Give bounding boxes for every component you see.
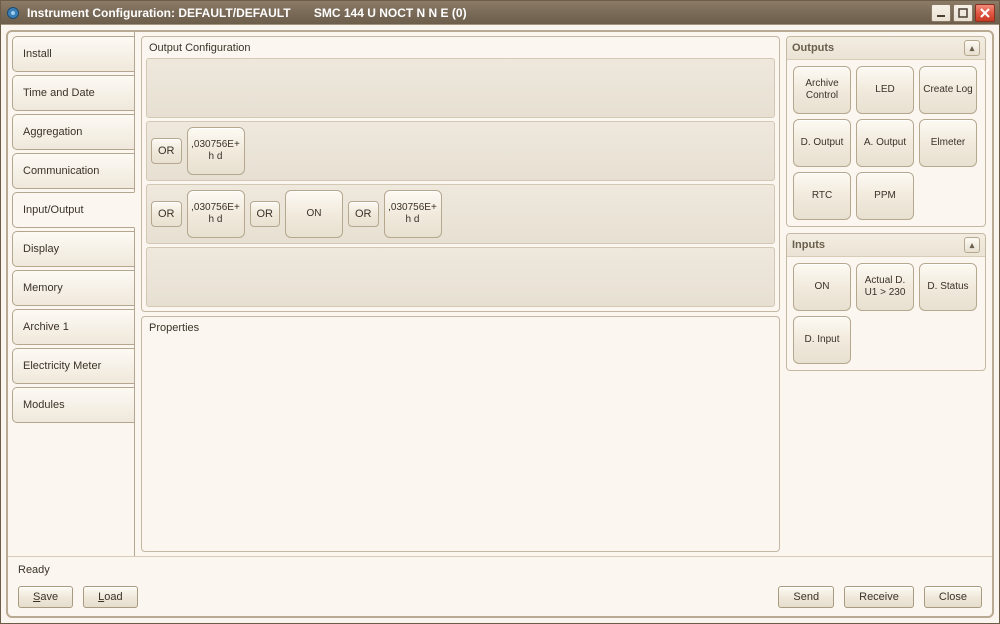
output-item[interactable]: PPM (856, 172, 914, 220)
footer: Ready Save Load Send Receive Close (8, 556, 992, 616)
tab-memory[interactable]: Memory (12, 270, 134, 306)
input-item[interactable]: Actual D. U1 > 230 (856, 263, 914, 311)
window-title: Instrument Configuration: DEFAULT/DEFAUL… (27, 6, 931, 20)
tab-install[interactable]: Install (12, 36, 134, 72)
chevron-up-icon: ▴ (970, 240, 975, 251)
outputs-collapse-button[interactable]: ▴ (964, 40, 980, 56)
config-column: Output Configuration OR,030756E+ h dOR,0… (141, 36, 780, 552)
tab-communication[interactable]: Communication (12, 153, 134, 189)
outputs-panel-header: Outputs ▴ (787, 37, 985, 60)
properties-group: Properties (141, 316, 780, 552)
config-block[interactable]: ,030756E+ h d (187, 190, 245, 238)
config-block[interactable]: ,030756E+ h d (187, 127, 245, 175)
output-slot[interactable]: OR,030756E+ h dORONOR,030756E+ h d (146, 184, 775, 244)
send-button[interactable]: Send (778, 586, 834, 608)
output-slot[interactable] (146, 58, 775, 118)
close-window-button[interactable] (975, 4, 995, 22)
input-item[interactable]: ON (793, 263, 851, 311)
inputs-panel-header: Inputs ▴ (787, 234, 985, 257)
logic-operator[interactable]: OR (250, 201, 281, 227)
outputs-panel-title: Outputs (792, 42, 834, 54)
inputs-panel-title: Inputs (792, 239, 825, 251)
config-block[interactable]: ON (285, 190, 343, 238)
output-config-slots: OR,030756E+ h dOR,030756E+ h dORONOR,030… (146, 58, 775, 307)
input-item[interactable]: D. Status (919, 263, 977, 311)
properties-title: Properties (149, 322, 773, 334)
tab-aggregation[interactable]: Aggregation (12, 114, 134, 150)
output-item[interactable]: Elmeter (919, 119, 977, 167)
side-column: Outputs ▴ Archive ControlLEDCreate Log D.… (786, 36, 986, 552)
outputs-panel-body: Archive ControlLEDCreate Log D. OutputA. … (787, 60, 985, 226)
output-item[interactable]: A. Output (856, 119, 914, 167)
outputs-panel: Outputs ▴ Archive ControlLEDCreate Log D.… (786, 36, 986, 227)
output-configuration-group: Output Configuration OR,030756E+ h dOR,0… (141, 36, 780, 312)
maximize-button[interactable] (953, 4, 973, 22)
output-config-title: Output Configuration (149, 42, 773, 54)
logic-operator[interactable]: OR (151, 138, 182, 164)
footer-right-buttons: Send Receive Close (778, 586, 982, 608)
window-controls (931, 4, 995, 22)
tab-modules[interactable]: Modules (12, 387, 134, 423)
config-block[interactable]: ,030756E+ h d (384, 190, 442, 238)
receive-button[interactable]: Receive (844, 586, 914, 608)
left-tab-strip: InstallTime and DateAggregationCommunica… (8, 32, 134, 556)
input-item[interactable]: D. Input (793, 316, 851, 364)
logic-operator[interactable]: OR (151, 201, 182, 227)
tab-time-and-date[interactable]: Time and Date (12, 75, 134, 111)
output-item[interactable]: D. Output (793, 119, 851, 167)
footer-left-buttons: Save Load (18, 586, 138, 608)
center-panel: Output Configuration OR,030756E+ h dOR,0… (134, 32, 992, 556)
output-item[interactable]: Create Log (919, 66, 977, 114)
tab-archive-1[interactable]: Archive 1 (12, 309, 134, 345)
save-button[interactable]: Save (18, 586, 73, 608)
tab-display[interactable]: Display (12, 231, 134, 267)
inputs-collapse-button[interactable]: ▴ (964, 237, 980, 253)
main-area: InstallTime and DateAggregationCommunica… (8, 32, 992, 556)
tab-electricity-meter[interactable]: Electricity Meter (12, 348, 134, 384)
inputs-panel-body: ONActual D. U1 > 230D. Status D. Input (787, 257, 985, 370)
window-body: InstallTime and DateAggregationCommunica… (6, 30, 994, 618)
load-button[interactable]: Load (83, 586, 137, 608)
app-window: Instrument Configuration: DEFAULT/DEFAUL… (0, 0, 1000, 624)
titlebar[interactable]: Instrument Configuration: DEFAULT/DEFAUL… (1, 1, 999, 25)
close-button[interactable]: Close (924, 586, 982, 608)
footer-buttons: Save Load Send Receive Close (18, 586, 982, 608)
output-slot[interactable] (146, 247, 775, 307)
inputs-panel: Inputs ▴ ONActual D. U1 > 230D. Status D.… (786, 233, 986, 371)
minimize-button[interactable] (931, 4, 951, 22)
app-icon (5, 5, 21, 21)
chevron-up-icon: ▴ (970, 43, 975, 54)
tab-input-output[interactable]: Input/Output (12, 192, 135, 228)
status-text: Ready (18, 562, 982, 580)
logic-operator[interactable]: OR (348, 201, 379, 227)
output-item[interactable]: RTC (793, 172, 851, 220)
output-item[interactable]: LED (856, 66, 914, 114)
output-item[interactable]: Archive Control (793, 66, 851, 114)
output-slot[interactable]: OR,030756E+ h d (146, 121, 775, 181)
